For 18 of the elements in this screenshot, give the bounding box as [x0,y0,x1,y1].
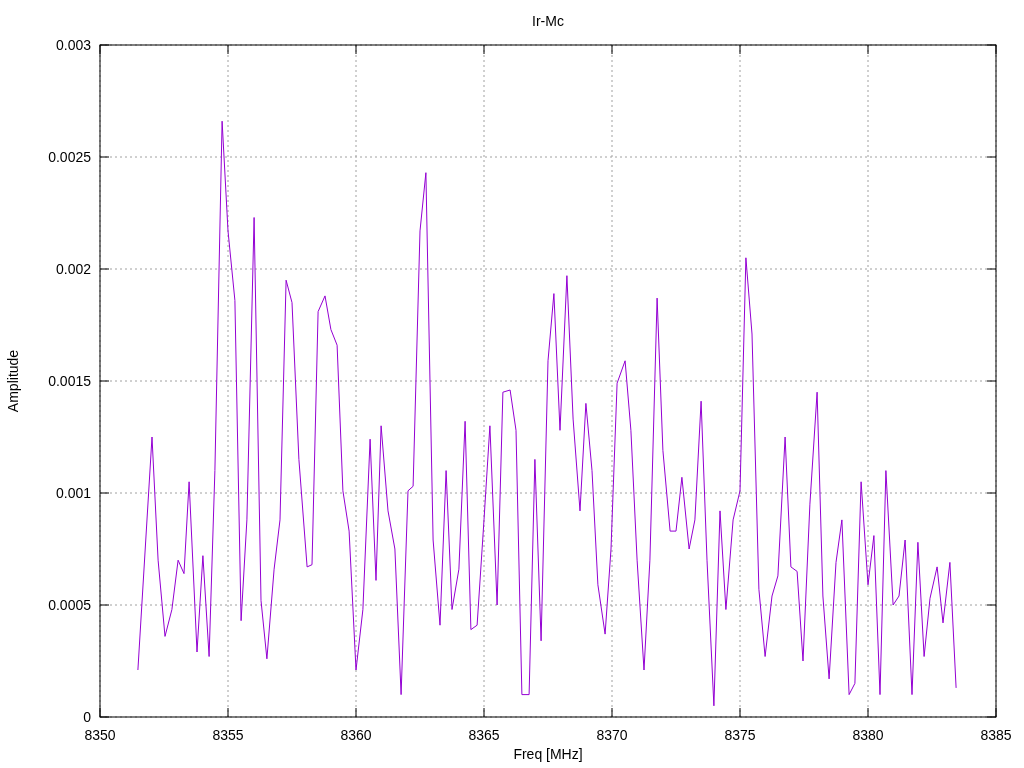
tick-label: 0.0005 [48,597,91,613]
tick-label: 8350 [84,727,116,743]
tick-label: 8355 [212,727,244,743]
tick-label: 8385 [980,727,1012,743]
tick-label: 8370 [596,727,628,743]
tick-label: 0.0025 [48,149,91,165]
tick-label: 0.002 [55,261,91,277]
tick-label: 8375 [724,727,756,743]
tick-label: 0 [83,709,91,725]
tick-label: 8380 [852,727,884,743]
axis-title: Freq [MHz] [513,746,583,762]
tick-label: 0.0015 [48,373,91,389]
tick-label: 0.003 [55,37,91,53]
tick-label: 8360 [340,727,372,743]
tick-label: 0.001 [55,485,91,501]
tick-label: 8365 [468,727,500,743]
axis-title: Amplitude [5,349,21,413]
chart-title: Ir-Mc [532,13,564,29]
